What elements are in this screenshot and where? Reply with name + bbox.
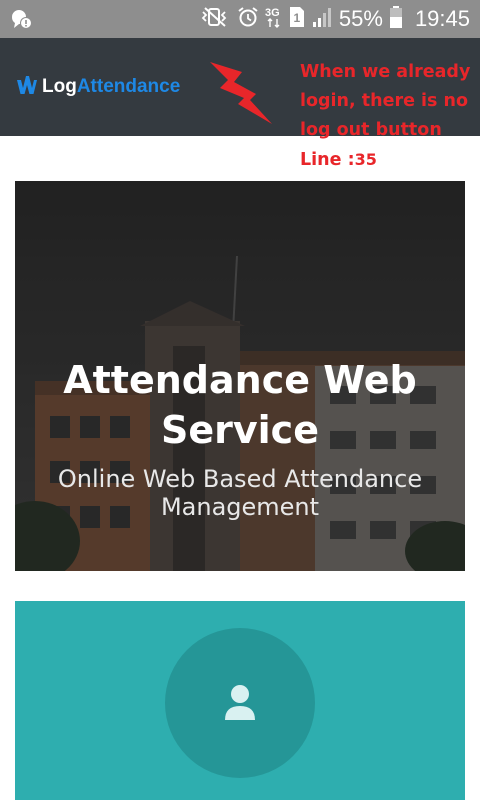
profile-card[interactable] — [15, 601, 465, 800]
hero-subtitle: Online Web Based Attendance Management — [57, 465, 423, 521]
user-icon — [223, 684, 257, 727]
annotation-note: When we already login, there is no log o… — [300, 58, 478, 175]
svg-text:1: 1 — [293, 11, 300, 25]
sim-icon: 1 — [289, 6, 305, 33]
svg-text:3G: 3G — [265, 7, 280, 19]
annotation-line-3: log out button — [300, 120, 442, 140]
hero-title: Attendance Web Service — [63, 358, 417, 452]
network-3g-icon: 3G — [265, 5, 283, 34]
mute-vibrate-icon — [199, 6, 231, 33]
lightning-arrow-icon — [204, 58, 276, 133]
signal-icon — [311, 6, 333, 33]
battery-percent: 55% — [338, 6, 383, 31]
status-bar: 3G 1 55% 19:45 — [0, 0, 480, 38]
alarm-icon — [237, 6, 259, 33]
notification-icon — [8, 7, 34, 31]
annotation-line-label: Line : — [300, 150, 355, 170]
annotation-line-2: login, there is no — [300, 91, 469, 111]
logo-text-log: Log — [42, 75, 77, 97]
annotation-line-value: 35 — [354, 150, 377, 169]
battery-icon — [389, 5, 403, 34]
clock: 19:45 — [414, 6, 470, 31]
annotation-line-1: When we already — [300, 62, 471, 82]
logo[interactable]: LogAttendance — [16, 74, 180, 99]
logo-text-attendance: Attendance — [76, 75, 181, 97]
hero-banner: Attendance Web Service Online Web Based … — [15, 181, 465, 571]
avatar[interactable] — [165, 628, 315, 778]
annotation-line-number: Line :35 — [300, 145, 478, 175]
logo-icon — [16, 74, 38, 99]
